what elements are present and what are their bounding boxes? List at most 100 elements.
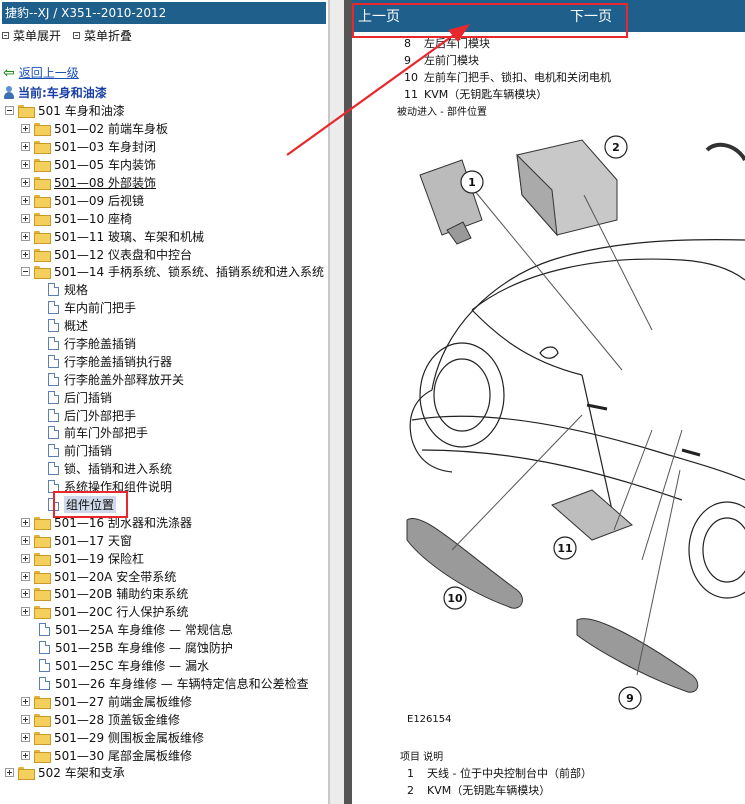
document-icon xyxy=(48,444,59,458)
user-icon xyxy=(3,86,15,99)
expand-plus-icon[interactable] xyxy=(21,553,30,563)
tree-node[interactable]: 501—14 手柄系统、锁系统、插销系统和进入系统 xyxy=(0,263,328,281)
tree-node[interactable]: 组件位置 xyxy=(0,496,328,514)
pane-splitter[interactable] xyxy=(330,0,344,804)
doc-list-item-number: 8 xyxy=(404,37,411,50)
legend-list: 1 天线 - 位于中央控制台中（前部） 2 KVM（无钥匙车辆模块） xyxy=(407,765,592,799)
tree-node[interactable]: 概述 xyxy=(0,317,328,335)
tree-node[interactable]: 501—25A 车身维修 — 常规信息 xyxy=(0,621,328,639)
tree-node[interactable]: 501—11 玻璃、车架和机械 xyxy=(0,227,328,245)
expand-menu-button[interactable]: 菜单展开 xyxy=(2,27,61,44)
tree-node[interactable]: 501—09 后视镜 xyxy=(0,191,328,209)
folder-icon xyxy=(34,534,51,548)
tree-node-label: 501—20A 安全带系统 xyxy=(54,569,177,584)
tree-node[interactable]: 后门插销 xyxy=(0,388,328,406)
tree-node[interactable]: 后门外部把手 xyxy=(0,406,328,424)
tree-node[interactable]: 501 车身和油漆 xyxy=(0,102,328,120)
legend-item: 1 天线 - 位于中央控制台中（前部） xyxy=(407,765,592,782)
collapse-minus-icon[interactable] xyxy=(21,267,30,277)
tree-node[interactable]: 501—25B 车身维修 — 腐蚀防护 xyxy=(0,639,328,657)
tree-node[interactable]: 行李舱盖插销 xyxy=(0,335,328,353)
expand-plus-icon[interactable] xyxy=(21,571,30,581)
expand-plus-icon[interactable] xyxy=(21,124,30,134)
tree-node[interactable]: 501—27 前端金属板维修 xyxy=(0,692,328,710)
tree-node[interactable]: 行李舱盖外部释放开关 xyxy=(0,370,328,388)
tree-node-label-selected: 组件位置 xyxy=(64,496,117,514)
document-icon xyxy=(48,301,59,315)
tree-node-label: 501—26 车身维修 — 车辆特定信息和公差检查 xyxy=(55,676,309,691)
document-icon xyxy=(48,372,59,386)
collapse-minus-icon[interactable] xyxy=(5,106,14,116)
tree-node-label: 501—25A 车身维修 — 常规信息 xyxy=(55,623,233,638)
expand-plus-icon[interactable] xyxy=(5,768,14,778)
tree-node-label: 行李舱盖插销执行器 xyxy=(64,354,173,369)
document-icon xyxy=(48,480,59,494)
expand-plus-icon[interactable] xyxy=(21,178,30,187)
tree-node[interactable]: 501—19 保险杠 xyxy=(0,549,328,567)
doc-list-item: 8 左后车门模块 xyxy=(404,35,611,52)
tree-node-label: 行李舱盖插销 xyxy=(64,337,137,352)
tree-node[interactable]: 501—05 车内装饰 xyxy=(0,156,328,174)
expand-plus-icon[interactable] xyxy=(21,213,30,223)
expand-plus-icon[interactable] xyxy=(21,517,30,527)
tree-node[interactable]: 501—03 车身封闭 xyxy=(0,138,328,156)
legend-item-number: 2 xyxy=(407,784,414,797)
document-icon xyxy=(48,498,59,512)
tree-node-label: 501—27 前端金属板维修 xyxy=(54,694,192,709)
doc-list-item-text: 左后车门模块 xyxy=(424,37,490,50)
expand-plus-icon[interactable] xyxy=(21,249,30,259)
tree-node[interactable]: 501—20C 行人保护系统 xyxy=(0,603,328,621)
folder-icon xyxy=(34,588,51,602)
tree-node[interactable]: 501—10 座椅 xyxy=(0,209,328,227)
folder-icon xyxy=(34,141,51,155)
expand-plus-icon[interactable] xyxy=(21,195,30,205)
tree-node[interactable]: 501—16 刮水器和洗涤器 xyxy=(0,513,328,531)
expand-plus-icon[interactable] xyxy=(21,696,30,706)
expand-plus-icon[interactable] xyxy=(21,732,30,742)
expand-plus-icon[interactable] xyxy=(21,607,30,617)
tree-node[interactable]: 501—20A 安全带系统 xyxy=(0,567,328,585)
document-icon xyxy=(39,623,50,637)
tree-node[interactable]: 501—20B 辅助约束系统 xyxy=(0,585,328,603)
next-page-button[interactable]: 下一页 xyxy=(570,6,612,26)
folder-icon xyxy=(34,248,51,262)
tree-node-label: 501—29 侧围板金属板维修 xyxy=(54,730,204,745)
tree-node[interactable]: 501—08 外部装饰 xyxy=(0,174,328,192)
expand-plus-icon[interactable] xyxy=(21,231,30,241)
tree-node[interactable]: 501—26 车身维修 — 车辆特定信息和公差检查 xyxy=(0,675,328,693)
expand-plus-icon[interactable] xyxy=(21,535,30,545)
tree-node[interactable]: 501—17 天窗 xyxy=(0,531,328,549)
expand-plus-icon[interactable] xyxy=(21,160,30,170)
tree-node[interactable]: 前车门外部把手 xyxy=(0,424,328,442)
tree-node[interactable]: 501—30 尾部金属板维修 xyxy=(0,746,328,764)
folder-icon xyxy=(34,749,51,763)
tree-node[interactable]: 501—28 顶盖钣金维修 xyxy=(0,710,328,728)
expand-plus-icon[interactable] xyxy=(21,714,30,724)
tree-node[interactable]: 系统操作和组件说明 xyxy=(0,478,328,496)
tree-node[interactable]: 行李舱盖插销执行器 xyxy=(0,352,328,370)
tree-node[interactable]: 501—25C 车身维修 — 漏水 xyxy=(0,657,328,675)
collapse-menu-button[interactable]: 菜单折叠 xyxy=(73,27,132,44)
document-nav-bar: 上一页 下一页 xyxy=(352,0,745,32)
cable-part xyxy=(705,142,745,162)
expand-plus-icon[interactable] xyxy=(21,750,30,760)
folder-icon xyxy=(18,767,35,781)
tree-node-label: 501—25B 车身维修 — 腐蚀防护 xyxy=(55,641,233,656)
tree-node[interactable]: 501—12 仪表盘和中控台 xyxy=(0,245,328,263)
tree-node[interactable]: 规格 xyxy=(0,281,328,299)
tree-node[interactable]: 501—02 前端车身板 xyxy=(0,120,328,138)
expand-plus-icon[interactable] xyxy=(21,142,30,152)
tree-node[interactable]: 502 车架和支承 xyxy=(0,764,328,782)
expand-plus-icon[interactable] xyxy=(21,589,30,599)
tree-node[interactable]: 锁、插销和进入系统 xyxy=(0,460,328,478)
component-diagram: 1 2 9 10 11 xyxy=(406,135,745,710)
back-link[interactable]: 返回上一级 xyxy=(19,64,79,81)
back-row: ⇦ 返回上一级 xyxy=(0,64,328,81)
legend-item-number: 1 xyxy=(407,767,414,780)
folder-icon xyxy=(34,266,51,280)
prev-page-button[interactable]: 上一页 xyxy=(358,6,400,26)
tree-node[interactable]: 车内前门把手 xyxy=(0,299,328,317)
tree-node[interactable]: 501—29 侧围板金属板维修 xyxy=(0,728,328,746)
nav-tree: 501 车身和油漆 501—02 前端车身板 501—03 车身封闭 501—05 车… xyxy=(0,102,328,782)
tree-node[interactable]: 前门插销 xyxy=(0,442,328,460)
